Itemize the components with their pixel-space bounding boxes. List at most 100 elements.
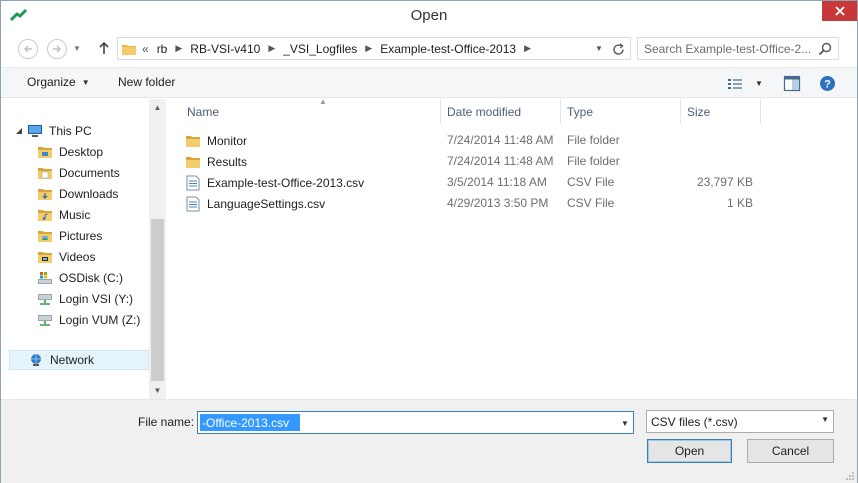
file-name-combobox[interactable]: ▼ — [197, 411, 634, 434]
organize-button[interactable]: Organize ▼ — [27, 75, 90, 89]
address-dropdown-button[interactable]: ▼ — [592, 38, 606, 59]
drive-icon — [37, 270, 53, 286]
file-type: CSV File — [567, 196, 615, 210]
file-size: 23,797 KB — [696, 175, 753, 189]
file-row[interactable]: LanguageSettings.csv 4/29/2013 3:50 PM C… — [185, 193, 765, 214]
nav-item-videos[interactable]: Videos — [37, 247, 95, 267]
search-input[interactable] — [644, 40, 814, 57]
window-title: Open — [410, 7, 448, 24]
nav-item-label: Login VSI (Y:) — [59, 292, 134, 306]
open-button[interactable]: Open — [647, 439, 732, 463]
help-icon[interactable]: ? — [819, 75, 836, 92]
navigation-bar: ▼ « rb ▶ RB-VSI-v410 ▶ _VSI_Logfiles ▶ E… — [1, 31, 857, 66]
expand-collapse-icon[interactable] — [15, 127, 23, 135]
scroll-up-icon[interactable]: ▲ — [149, 99, 166, 116]
new-folder-label: New folder — [118, 75, 176, 89]
file-name-input[interactable] — [200, 414, 300, 431]
close-button[interactable] — [822, 1, 857, 21]
file-name-cell: Monitor — [185, 133, 247, 149]
column-header-size[interactable]: Size — [681, 99, 761, 124]
chevron-down-icon[interactable]: ▼ — [619, 416, 631, 430]
file-name-cell: LanguageSettings.csv — [185, 196, 325, 212]
preview-pane-icon[interactable] — [783, 75, 801, 92]
file-row[interactable]: Results 7/24/2014 11:48 AM File folder — [185, 151, 765, 172]
search-box[interactable] — [637, 37, 839, 60]
up-button[interactable] — [97, 40, 111, 56]
recent-locations-chevron-icon[interactable]: ▼ — [73, 44, 81, 53]
folder-icon — [37, 249, 53, 265]
refresh-icon — [612, 42, 624, 55]
nav-item-this-pc[interactable]: This PC — [27, 121, 92, 141]
cancel-button[interactable]: Cancel — [747, 439, 834, 463]
nav-item-label: Pictures — [59, 229, 103, 243]
csv-file-icon — [185, 175, 201, 191]
scrollbar-thumb[interactable] — [151, 219, 164, 381]
breadcrumb-rb[interactable]: rb — [157, 42, 168, 56]
csv-file-icon — [185, 196, 201, 212]
close-icon — [834, 6, 845, 16]
computer-icon — [27, 123, 43, 139]
nav-item-downloads[interactable]: Downloads — [37, 184, 118, 204]
file-name: Example-test-Office-2013.csv — [207, 176, 365, 190]
breadcrumb-separator-icon[interactable]: ▶ — [268, 43, 275, 54]
back-button[interactable] — [18, 39, 38, 59]
folder-icon — [37, 165, 53, 181]
breadcrumb-separator-icon[interactable]: ▶ — [175, 43, 182, 54]
details-view-icon — [728, 78, 742, 89]
file-type: CSV File — [567, 175, 615, 189]
arrow-left-icon — [24, 45, 32, 53]
column-header-date-modified[interactable]: Date modified — [441, 99, 561, 124]
file-name-cell: Example-test-Office-2013.csv — [185, 175, 364, 191]
column-header-label: Date modified — [447, 104, 522, 119]
search-icon[interactable] — [818, 42, 832, 56]
nav-item-network[interactable]: Network — [9, 350, 149, 370]
resize-grip-icon[interactable] — [845, 471, 855, 481]
breadcrumb-rb-vsi-v410[interactable]: RB-VSI-v410 — [190, 42, 260, 56]
scroll-down-icon[interactable]: ▼ — [149, 382, 166, 399]
nav-pane-scrollbar[interactable]: ▲ ▼ — [149, 99, 166, 399]
nav-item-label: Desktop — [59, 145, 104, 159]
breadcrumb-vsi-logfiles[interactable]: _VSI_Logfiles — [283, 42, 357, 56]
network-icon — [28, 352, 44, 368]
nav-item-desktop[interactable]: Desktop — [37, 142, 103, 162]
breadcrumb-separator-icon[interactable]: ▶ — [365, 43, 372, 54]
file-date: 7/24/2014 11:48 AM — [447, 133, 554, 147]
column-header-label: Type — [567, 104, 594, 119]
file-date: 3/5/2014 11:18 AM — [447, 175, 547, 189]
folder-icon — [37, 228, 53, 244]
column-header-label: Name — [187, 104, 220, 119]
nav-item-login-vum[interactable]: Login VUM (Z:) — [37, 310, 140, 330]
folder-icon — [37, 144, 53, 160]
sort-ascending-icon: ▲ — [319, 97, 327, 106]
column-header-type[interactable]: Type — [561, 99, 681, 124]
file-type-filter-select[interactable]: CSV files (*.csv) ▼ — [646, 410, 834, 433]
file-type: File folder — [567, 154, 620, 168]
nav-item-label: OSDisk (C:) — [59, 271, 123, 285]
nav-item-documents[interactable]: Documents — [37, 163, 120, 183]
nav-item-osdisk[interactable]: OSDisk (C:) — [37, 268, 123, 288]
nav-item-label: Documents — [59, 166, 120, 180]
column-header-name[interactable]: Name ▲ — [181, 97, 441, 124]
file-type: File folder — [567, 133, 620, 147]
address-overflow-chevron[interactable]: « — [142, 42, 149, 56]
breadcrumb-example-test-office-2013[interactable]: Example-test-Office-2013 — [380, 42, 516, 56]
breadcrumb-separator-icon[interactable]: ▶ — [524, 43, 531, 54]
change-view-button[interactable]: ▼ — [727, 75, 767, 92]
chevron-down-icon: ▼ — [81, 77, 90, 87]
file-date: 7/24/2014 11:48 AM — [447, 154, 554, 168]
nav-item-pictures[interactable]: Pictures — [37, 226, 102, 246]
svg-text:?: ? — [824, 79, 831, 91]
nav-item-label: Network — [50, 353, 95, 367]
nav-item-login-vsi[interactable]: Login VSI (Y:) — [37, 289, 133, 309]
organize-label: Organize — [27, 75, 76, 89]
new-folder-button[interactable]: New folder — [118, 75, 175, 89]
nav-item-music[interactable]: Music — [37, 205, 90, 225]
file-row[interactable]: Example-test-Office-2013.csv 3/5/2014 11… — [185, 172, 765, 193]
file-row[interactable]: Monitor 7/24/2014 11:48 AM File folder — [185, 130, 765, 151]
network-drive-icon — [37, 312, 53, 328]
address-bar[interactable]: « rb ▶ RB-VSI-v410 ▶ _VSI_Logfiles ▶ Exa… — [117, 37, 631, 60]
forward-button[interactable] — [47, 39, 67, 59]
file-name: Monitor — [207, 134, 248, 148]
folder-icon — [37, 207, 53, 223]
refresh-button[interactable] — [610, 41, 626, 57]
